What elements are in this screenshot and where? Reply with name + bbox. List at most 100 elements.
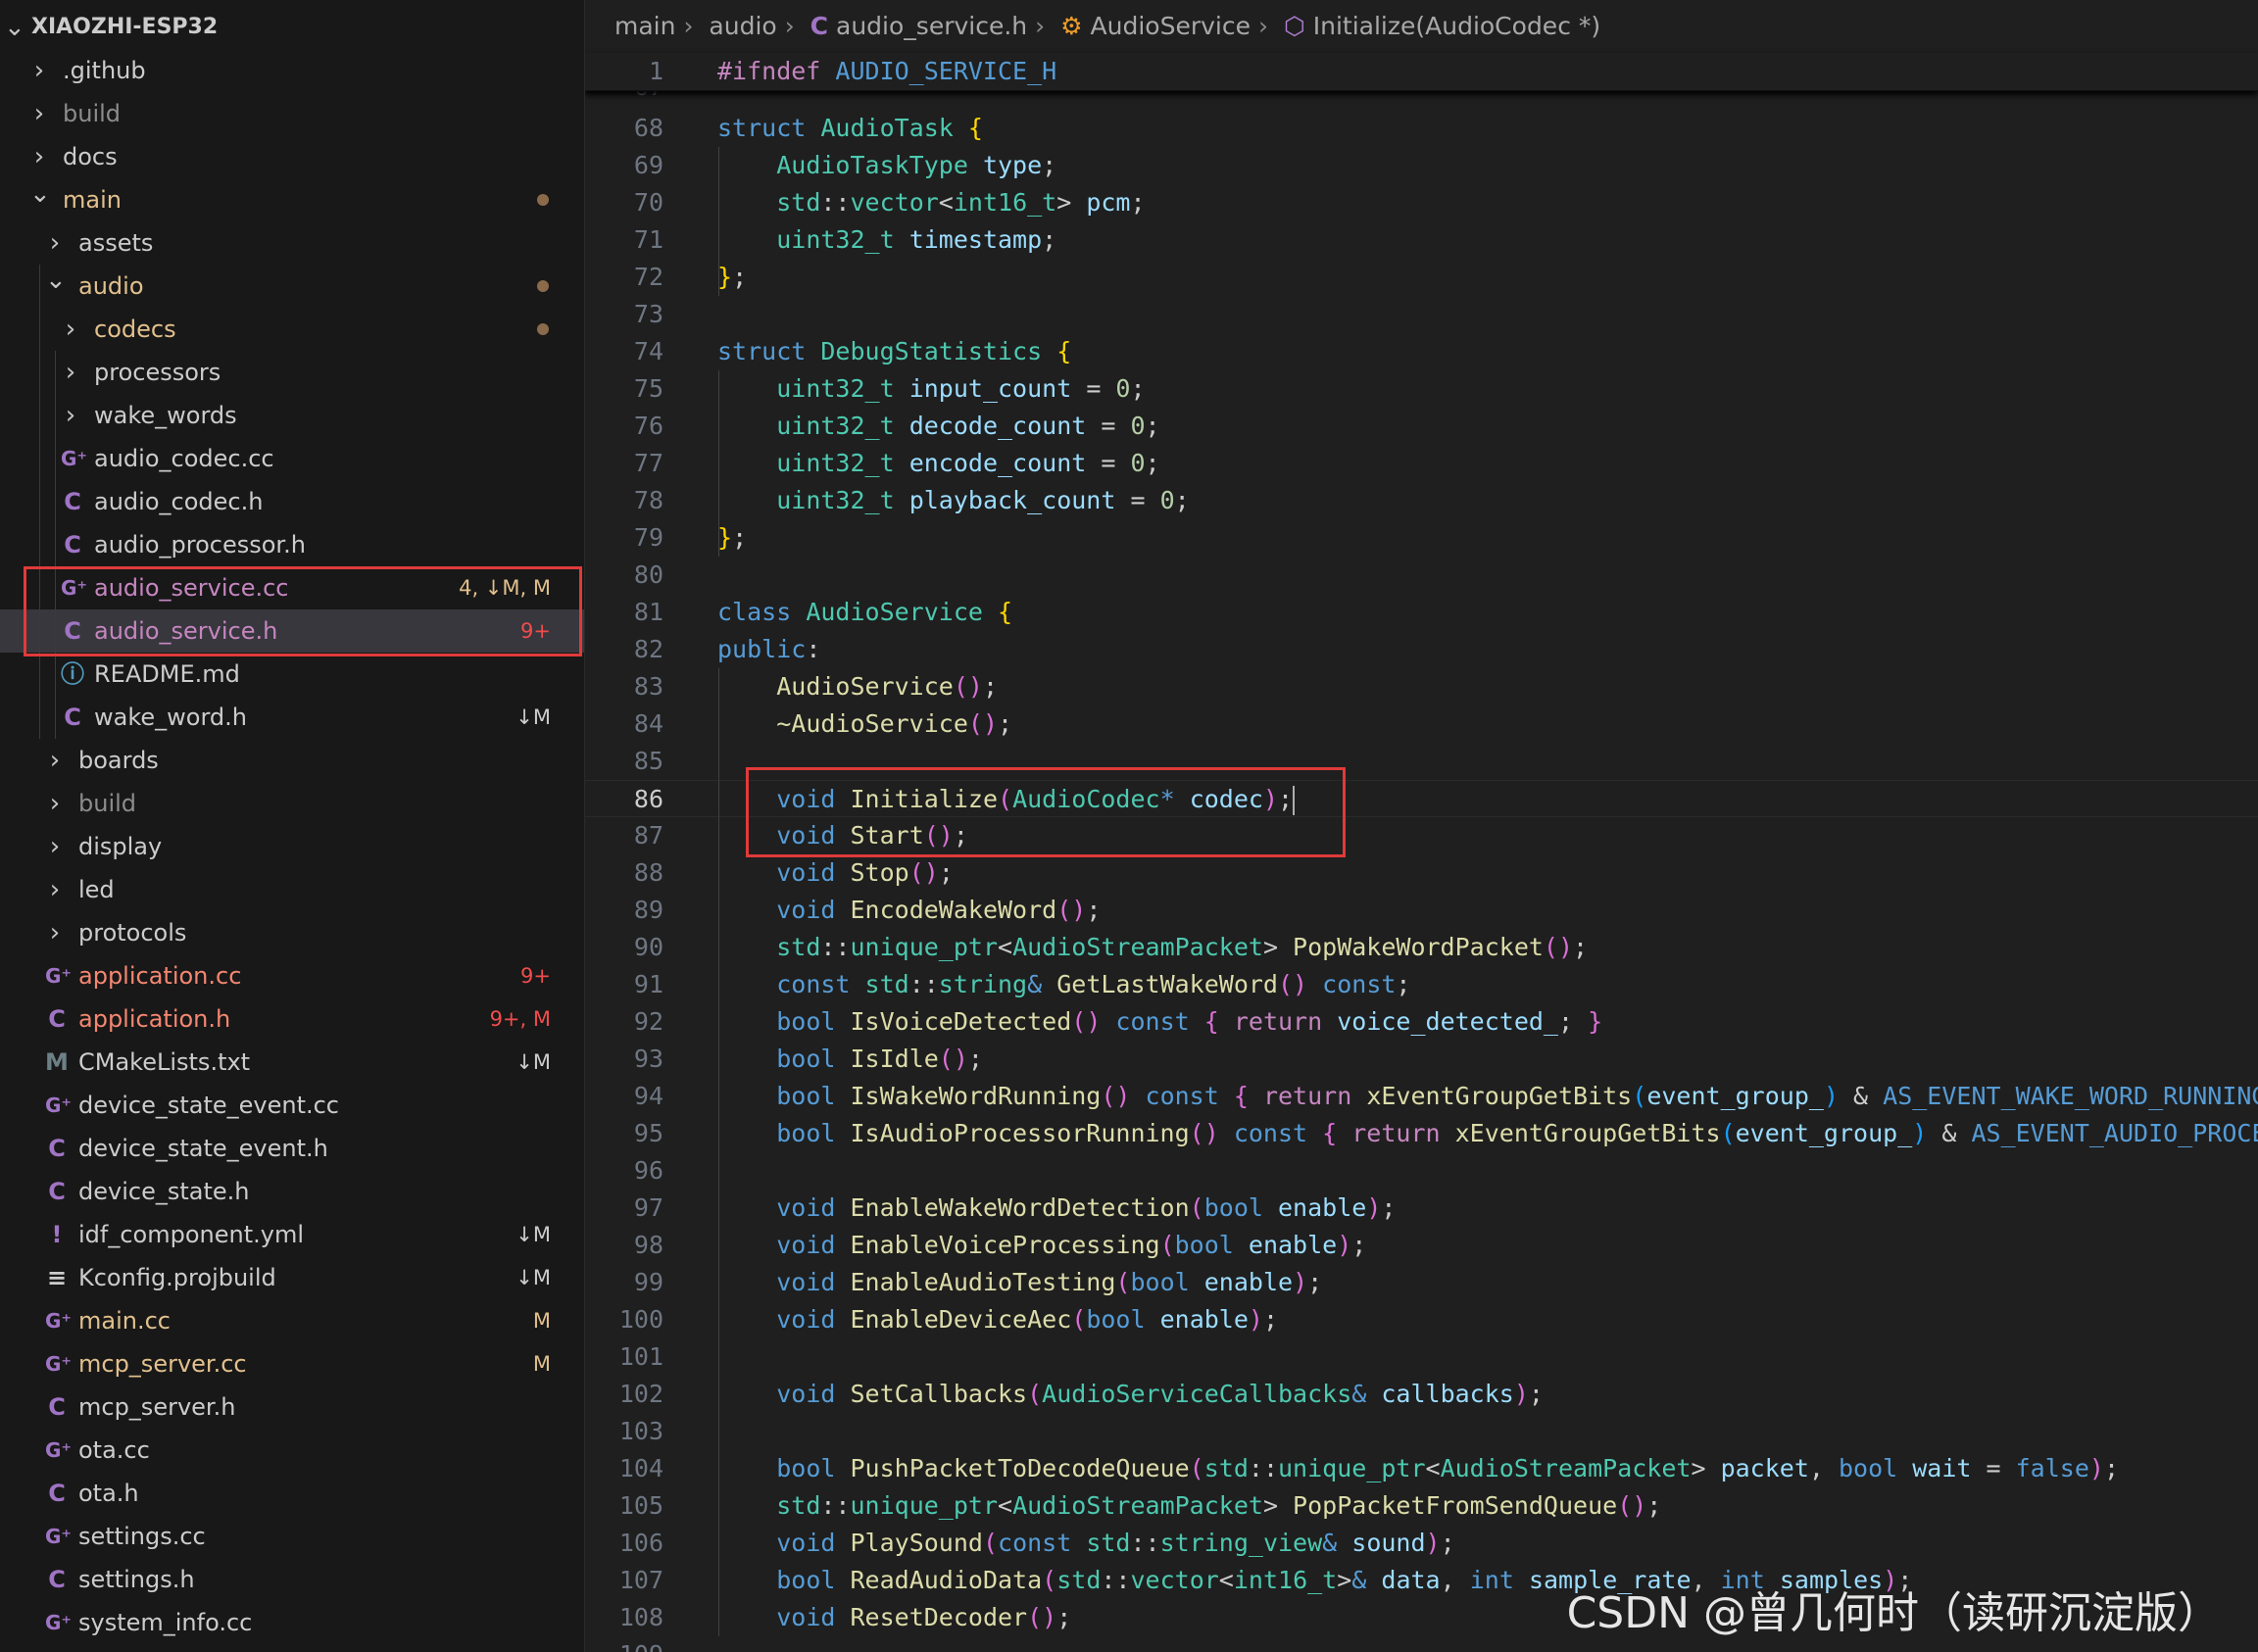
code-editor[interactable]: main › audio › Caudio_service.h › ⚙ AudioSer…: [585, 0, 2258, 1652]
folder-boards[interactable]: › boards: [0, 739, 584, 782]
code-line[interactable]: 99 void EnableAudioTesting(bool enable);: [585, 1264, 2258, 1301]
file-settings-cc[interactable]: G⁺ settings.cc: [0, 1515, 584, 1558]
code-line[interactable]: 98 void EnableVoiceProcessing(bool enabl…: [585, 1227, 2258, 1264]
code-line[interactable]: 78 uint32_t playback_count = 0;: [585, 482, 2258, 519]
breadcrumb-audio[interactable]: audio: [709, 12, 776, 40]
file-audio-codec-h[interactable]: Caudio_codec.h: [0, 480, 584, 523]
code-line[interactable]: 102 void SetCallbacks(AudioServiceCallba…: [585, 1376, 2258, 1413]
breadcrumb-class[interactable]: AudioService: [1091, 12, 1251, 40]
line-number: 86: [633, 785, 663, 813]
code-line[interactable]: 73: [585, 296, 2258, 333]
file-application-h[interactable]: Capplication.h 9+, M: [0, 997, 584, 1041]
sticky-scroll-header[interactable]: 1 #ifndef AUDIO_SERVICE_H: [585, 53, 2258, 91]
folder-main[interactable]: ⌄ main: [0, 178, 584, 221]
line-number: 68: [633, 114, 663, 142]
code-line[interactable]: 97 void EnableWakeWordDetection(bool ena…: [585, 1190, 2258, 1227]
code-line[interactable]: 101: [585, 1338, 2258, 1376]
code-line[interactable]: 100 void EnableDeviceAec(bool enable);: [585, 1301, 2258, 1338]
code-line[interactable]: 77 uint32_t encode_count = 0;: [585, 445, 2258, 482]
code-line[interactable]: 96: [585, 1152, 2258, 1190]
file-audio-codec-cc[interactable]: G⁺ audio_codec.cc: [0, 437, 584, 480]
file-readme-md[interactable]: ⓘ README.md: [0, 653, 584, 696]
chevron-right-icon: ›: [33, 99, 45, 128]
code-line[interactable]: 94 bool IsWakeWordRunning() const { retu…: [585, 1078, 2258, 1115]
code-line[interactable]: 70 std::vector<int16_t> pcm;: [585, 184, 2258, 221]
file-audio-service-cc[interactable]: G⁺ audio_service.cc 4, ↓M, M: [0, 566, 584, 609]
file-audio-service-h[interactable]: Caudio_service.h 9+: [0, 609, 584, 653]
line-number: 75: [633, 374, 663, 403]
code-line[interactable]: 93 bool IsIdle();: [585, 1041, 2258, 1078]
explorer-root[interactable]: ⌄ XIAOZHI-ESP32: [0, 6, 584, 49]
code-text: std::vector<int16_t> pcm;: [776, 188, 1146, 217]
file-cmakelists-txt[interactable]: M CMakeLists.txt ↓M: [0, 1041, 584, 1084]
code-line[interactable]: 69 AudioTaskType type;: [585, 147, 2258, 184]
code-line[interactable]: 85: [585, 743, 2258, 780]
code-line[interactable]: 89 void EncodeWakeWord();: [585, 892, 2258, 929]
code-line[interactable]: 95 bool IsAudioProcessorRunning() const …: [585, 1115, 2258, 1152]
file-application-cc[interactable]: G⁺ application.cc 9+: [0, 954, 584, 997]
folder-display[interactable]: › display: [0, 825, 584, 868]
code-text: class AudioService {: [717, 598, 1013, 626]
code-line[interactable]: 86 void Initialize(AudioCodec* codec);: [585, 780, 2258, 817]
code-line[interactable]: 80: [585, 557, 2258, 594]
code-line[interactable]: 83 AudioService();: [585, 668, 2258, 705]
file-mcp-server-cc[interactable]: G⁺ mcp_server.cc M: [0, 1342, 584, 1385]
file-device-state-h[interactable]: Cdevice_state.h: [0, 1170, 584, 1213]
file-ota-cc[interactable]: G⁺ ota.cc: [0, 1429, 584, 1472]
folder-processors[interactable]: › processors: [0, 351, 584, 394]
breadcrumb-file[interactable]: audio_service.h: [836, 12, 1027, 40]
file-kconfig-projbuild[interactable]: ≡ Kconfig.projbuild ↓M: [0, 1256, 584, 1299]
code-line[interactable]: 103: [585, 1413, 2258, 1450]
file-device-state-event-h[interactable]: Cdevice_state_event.h: [0, 1127, 584, 1170]
code-line[interactable]: 91 const std::string& GetLastWakeWord() …: [585, 966, 2258, 1003]
git-status-badge: M: [532, 1352, 551, 1376]
code-line[interactable]: 75 uint32_t input_count = 0;: [585, 370, 2258, 408]
c-file-icon: C: [48, 1480, 66, 1507]
folder-build[interactable]: › build: [0, 782, 584, 825]
code-line[interactable]: 104 bool PushPacketToDecodeQueue(std::un…: [585, 1450, 2258, 1487]
file-idf-component-yml[interactable]: ! idf_component.yml ↓M: [0, 1213, 584, 1256]
code-line[interactable]: 71 uint32_t timestamp;: [585, 221, 2258, 259]
code-line[interactable]: 106 void PlaySound(const std::string_vie…: [585, 1525, 2258, 1562]
code-text: bool PushPacketToDecodeQueue(std::unique…: [776, 1454, 2120, 1482]
folder-github[interactable]: › .github: [0, 49, 584, 92]
file-wake-word-h[interactable]: Cwake_word.h ↓M: [0, 696, 584, 739]
code-line[interactable]: 92 bool IsVoiceDetected() const { return…: [585, 1003, 2258, 1041]
folder-wake-words[interactable]: › wake_words: [0, 394, 584, 437]
file-main-cc[interactable]: G⁺ main.cc M: [0, 1299, 584, 1342]
code-line[interactable]: 74 struct DebugStatistics {: [585, 333, 2258, 370]
file-system-info-cc[interactable]: G⁺ system_info.cc: [0, 1601, 584, 1644]
folder-build[interactable]: › build: [0, 92, 584, 135]
code-line[interactable]: 90 std::unique_ptr<AudioStreamPacket> Po…: [585, 929, 2258, 966]
code-line[interactable]: 84 ~AudioService();: [585, 705, 2258, 743]
breadcrumb-method[interactable]: Initialize(AudioCodec *): [1313, 12, 1600, 40]
code-line[interactable]: 88 void Stop();: [585, 854, 2258, 892]
code-line[interactable]: 81 class AudioService {: [585, 594, 2258, 631]
folder-docs[interactable]: › docs: [0, 135, 584, 178]
code-text: uint32_t encode_count = 0;: [776, 449, 1160, 477]
file-settings-h[interactable]: Csettings.h: [0, 1558, 584, 1601]
git-status-badge: M: [532, 1309, 551, 1333]
code-line[interactable]: 105 std::unique_ptr<AudioStreamPacket> P…: [585, 1487, 2258, 1525]
code-line[interactable]: 72};: [585, 259, 2258, 296]
code-line[interactable]: 68 struct AudioTask {: [585, 110, 2258, 147]
folder-led[interactable]: › led: [0, 868, 584, 911]
chevron-right-icon: ›: [683, 12, 694, 40]
chevron-right-icon: ›: [49, 918, 61, 947]
folder-protocols[interactable]: › protocols: [0, 911, 584, 954]
folder-audio[interactable]: ⌄ audio: [0, 265, 584, 308]
file-audio-processor-h[interactable]: Caudio_processor.h: [0, 523, 584, 566]
code-line[interactable]: 87 void Start();: [585, 817, 2258, 854]
file-mcp-server-h[interactable]: Cmcp_server.h: [0, 1385, 584, 1429]
folder-codecs[interactable]: › codecs: [0, 308, 584, 351]
folder-assets[interactable]: › assets: [0, 221, 584, 265]
code-line[interactable]: 79};: [585, 519, 2258, 557]
file-device-state-event-cc[interactable]: G⁺ device_state_event.cc: [0, 1084, 584, 1127]
git-status-badge: 9+, M: [489, 1007, 551, 1031]
sticky-code-line[interactable]: 1 #ifndef AUDIO_SERVICE_H: [585, 53, 2258, 90]
code-text: public:: [717, 635, 821, 663]
breadcrumb-main[interactable]: main: [614, 12, 675, 40]
code-line[interactable]: 76 uint32_t decode_count = 0;: [585, 408, 2258, 445]
file-ota-h[interactable]: Cota.h: [0, 1472, 584, 1515]
code-line[interactable]: 82 public:: [585, 631, 2258, 668]
